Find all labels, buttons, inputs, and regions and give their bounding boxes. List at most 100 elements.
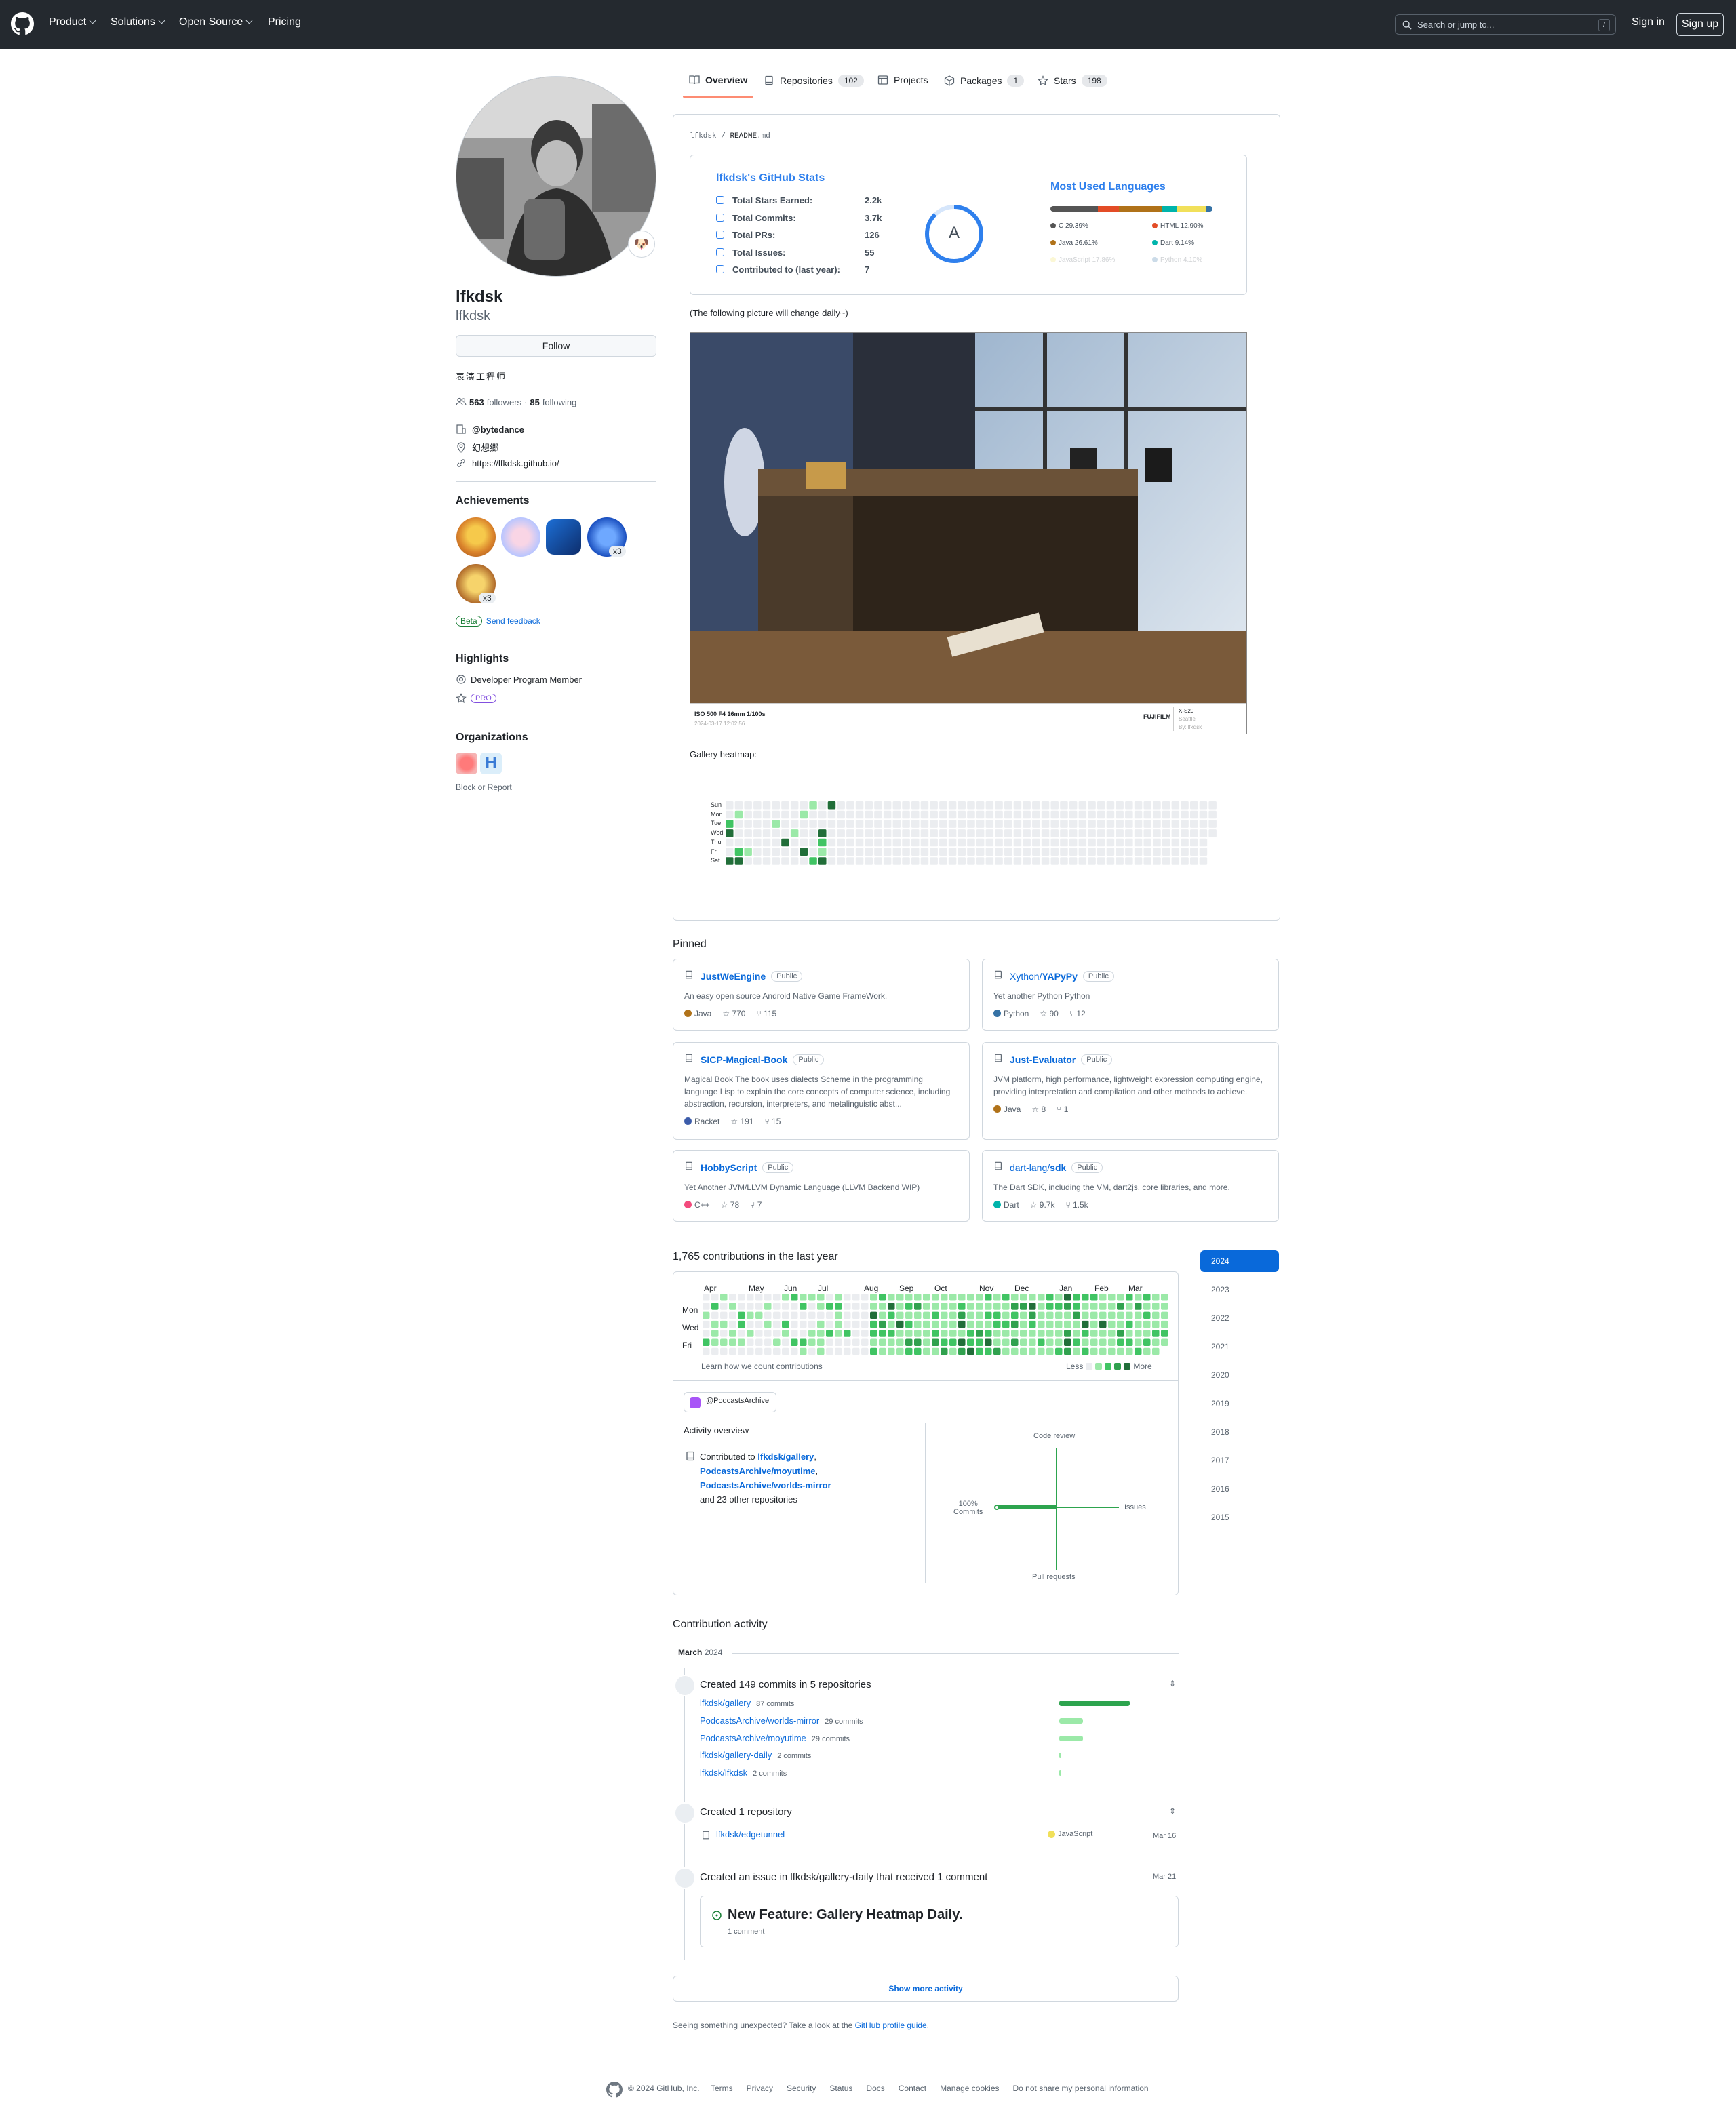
nav-pricing[interactable]: Pricing bbox=[268, 16, 301, 28]
calendar-day-cell[interactable] bbox=[861, 1294, 869, 1301]
calendar-day-cell[interactable] bbox=[993, 1347, 1001, 1355]
calendar-day-cell[interactable] bbox=[844, 1330, 851, 1337]
calendar-day-cell[interactable] bbox=[1046, 1294, 1054, 1301]
calendar-day-cell[interactable] bbox=[1073, 1320, 1080, 1328]
calendar-day-cell[interactable] bbox=[888, 1347, 895, 1355]
calendar-day-cell[interactable] bbox=[852, 1303, 860, 1310]
search-input[interactable]: Search or jump to... / bbox=[1395, 14, 1616, 35]
calendar-day-cell[interactable] bbox=[1099, 1347, 1107, 1355]
calendar-day-cell[interactable] bbox=[791, 1320, 798, 1328]
calendar-day-cell[interactable] bbox=[817, 1311, 825, 1319]
calendar-day-cell[interactable] bbox=[932, 1320, 939, 1328]
issue-title[interactable]: New Feature: Gallery Heatmap Daily. bbox=[728, 1907, 962, 1923]
calendar-day-cell[interactable] bbox=[896, 1347, 904, 1355]
calendar-day-cell[interactable] bbox=[1020, 1347, 1027, 1355]
calendar-day-cell[interactable] bbox=[1135, 1294, 1142, 1301]
calendar-day-cell[interactable] bbox=[949, 1338, 957, 1347]
calendar-day-cell[interactable] bbox=[1064, 1320, 1071, 1328]
repo-stars[interactable]: ☆ 9.7k bbox=[1030, 1200, 1055, 1210]
calendar-day-cell[interactable] bbox=[976, 1294, 983, 1301]
calendar-day-cell[interactable] bbox=[782, 1311, 789, 1319]
commit-count[interactable]: 29 commits bbox=[825, 1717, 863, 1726]
calendar-day-cell[interactable] bbox=[905, 1330, 913, 1337]
calendar-day-cell[interactable] bbox=[1055, 1294, 1063, 1301]
calendar-day-cell[interactable] bbox=[879, 1347, 886, 1355]
calendar-day-cell[interactable] bbox=[1082, 1294, 1089, 1301]
calendar-day-cell[interactable] bbox=[1108, 1338, 1116, 1347]
calendar-day-cell[interactable] bbox=[729, 1330, 736, 1337]
calendar-day-cell[interactable] bbox=[923, 1347, 930, 1355]
footer-link[interactable]: Contact bbox=[899, 2084, 926, 2093]
calendar-day-cell[interactable] bbox=[1082, 1303, 1089, 1310]
calendar-day-cell[interactable] bbox=[976, 1330, 983, 1337]
calendar-day-cell[interactable] bbox=[985, 1330, 992, 1337]
calendar-day-cell[interactable] bbox=[800, 1294, 807, 1301]
calendar-day-cell[interactable] bbox=[738, 1347, 745, 1355]
calendar-day-cell[interactable] bbox=[1073, 1311, 1080, 1319]
calendar-day-cell[interactable] bbox=[1126, 1320, 1133, 1328]
follow-button[interactable]: Follow bbox=[456, 335, 656, 357]
calendar-day-cell[interactable] bbox=[1143, 1330, 1151, 1337]
calendar-day-cell[interactable] bbox=[1046, 1347, 1054, 1355]
pinned-repo-name[interactable]: JustWeEngine bbox=[701, 971, 766, 982]
calendar-day-cell[interactable] bbox=[896, 1294, 904, 1301]
repo-forks[interactable]: ⑂ 115 bbox=[756, 1009, 776, 1018]
achievement-badge-arctic[interactable] bbox=[546, 519, 581, 555]
calendar-day-cell[interactable] bbox=[791, 1347, 798, 1355]
calendar-day-cell[interactable] bbox=[1038, 1338, 1045, 1347]
calendar-day-cell[interactable] bbox=[967, 1330, 974, 1337]
calendar-day-cell[interactable] bbox=[747, 1303, 754, 1310]
calendar-day-cell[interactable] bbox=[1011, 1294, 1019, 1301]
commit-repo-link[interactable]: lfkdsk/gallery-daily bbox=[700, 1750, 772, 1760]
calendar-day-cell[interactable] bbox=[888, 1311, 895, 1319]
calendar-day-cell[interactable] bbox=[1082, 1330, 1089, 1337]
calendar-day-cell[interactable] bbox=[1099, 1311, 1107, 1319]
repo-forks[interactable]: ⑂ 1.5k bbox=[1065, 1200, 1088, 1210]
calendar-day-cell[interactable] bbox=[711, 1303, 719, 1310]
calendar-day-cell[interactable] bbox=[703, 1338, 710, 1347]
calendar-day-cell[interactable] bbox=[941, 1330, 948, 1337]
calendar-day-cell[interactable] bbox=[808, 1330, 816, 1337]
commit-count[interactable]: 2 commits bbox=[777, 1752, 811, 1760]
calendar-day-cell[interactable] bbox=[773, 1303, 781, 1310]
overview-repo-link[interactable]: PodcastsArchive/moyutime bbox=[700, 1466, 816, 1476]
calendar-day-cell[interactable] bbox=[932, 1311, 939, 1319]
calendar-day-cell[interactable] bbox=[1064, 1311, 1071, 1319]
calendar-day-cell[interactable] bbox=[800, 1320, 807, 1328]
calendar-day-cell[interactable] bbox=[1126, 1330, 1133, 1337]
calendar-day-cell[interactable] bbox=[1117, 1338, 1124, 1347]
calendar-day-cell[interactable] bbox=[861, 1303, 869, 1310]
calendar-day-cell[interactable] bbox=[782, 1294, 789, 1301]
calendar-day-cell[interactable] bbox=[720, 1330, 728, 1337]
calendar-day-cell[interactable] bbox=[791, 1311, 798, 1319]
calendar-day-cell[interactable] bbox=[976, 1303, 983, 1310]
calendar-day-cell[interactable] bbox=[755, 1311, 763, 1319]
calendar-day-cell[interactable] bbox=[711, 1347, 719, 1355]
calendar-day-cell[interactable] bbox=[932, 1303, 939, 1310]
calendar-day-cell[interactable] bbox=[1020, 1338, 1027, 1347]
calendar-day-cell[interactable] bbox=[1011, 1330, 1019, 1337]
calendar-day-cell[interactable] bbox=[941, 1347, 948, 1355]
year-link-2019[interactable]: 2019 bbox=[1200, 1393, 1279, 1414]
footer-link[interactable]: Security bbox=[787, 2084, 816, 2093]
calendar-day-cell[interactable] bbox=[941, 1311, 948, 1319]
calendar-day-cell[interactable] bbox=[914, 1320, 922, 1328]
calendar-day-cell[interactable] bbox=[1135, 1330, 1142, 1337]
calendar-day-cell[interactable] bbox=[1152, 1338, 1160, 1347]
calendar-day-cell[interactable] bbox=[1046, 1303, 1054, 1310]
calendar-day-cell[interactable] bbox=[1117, 1303, 1124, 1310]
calendar-day-cell[interactable] bbox=[1055, 1338, 1063, 1347]
calendar-day-cell[interactable] bbox=[1135, 1338, 1142, 1347]
calendar-day-cell[interactable] bbox=[1029, 1311, 1036, 1319]
calendar-day-cell[interactable] bbox=[923, 1320, 930, 1328]
calendar-day-cell[interactable] bbox=[985, 1311, 992, 1319]
calendar-day-cell[interactable] bbox=[773, 1311, 781, 1319]
calendar-day-cell[interactable] bbox=[852, 1338, 860, 1347]
commit-repo-link[interactable]: PodcastsArchive/moyutime bbox=[700, 1733, 806, 1743]
pinned-repo-name[interactable]: HobbyScript bbox=[701, 1162, 757, 1173]
calendar-day-cell[interactable] bbox=[967, 1347, 974, 1355]
calendar-day-cell[interactable] bbox=[1020, 1320, 1027, 1328]
calendar-day-cell[interactable] bbox=[764, 1294, 772, 1301]
calendar-day-cell[interactable] bbox=[703, 1320, 710, 1328]
calendar-day-cell[interactable] bbox=[1161, 1320, 1168, 1328]
